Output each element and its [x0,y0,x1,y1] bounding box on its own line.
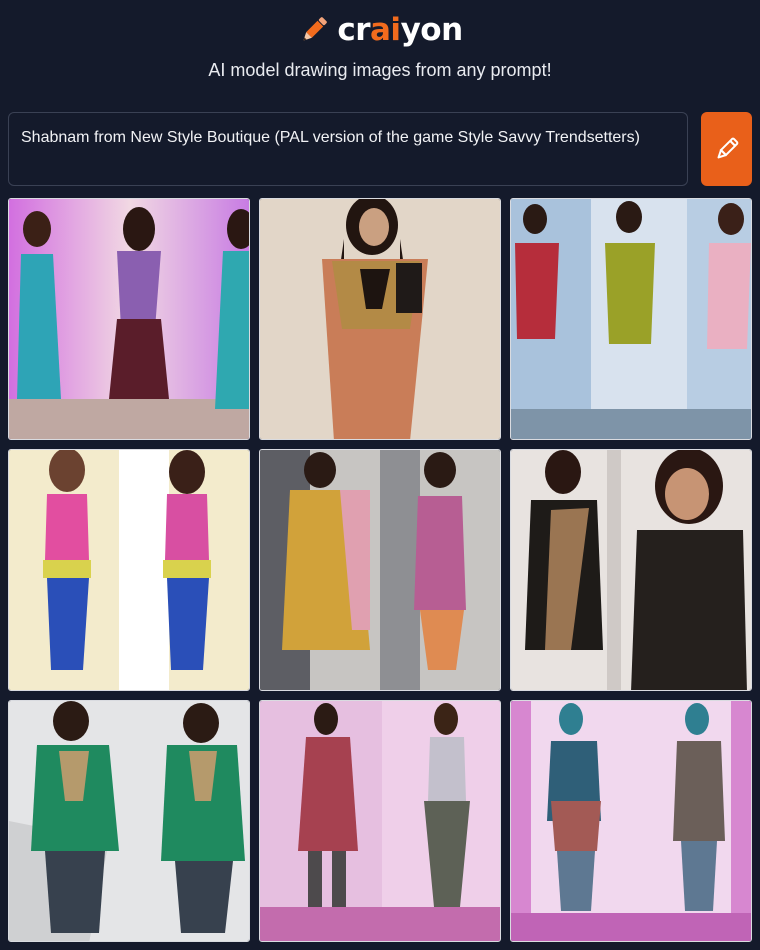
generated-image-8[interactable] [259,700,501,942]
pencil-icon [303,17,328,41]
generated-image-2[interactable] [259,198,501,440]
pencil-icon [717,137,738,159]
header: craiyon AI model drawing images from any… [0,0,760,112]
prompt-input[interactable]: Shabnam from New Style Boutique (PAL ver… [8,112,688,186]
brand-name: craiyon [337,12,463,48]
tagline: AI model drawing images from any prompt! [208,60,552,80]
generated-image-7[interactable] [8,700,250,942]
generated-image-3[interactable] [510,198,752,440]
generated-image-5[interactable] [259,449,501,691]
generated-image-1[interactable] [8,198,250,440]
draw-button[interactable] [701,112,752,186]
generated-image-4[interactable] [8,449,250,691]
brand-logo[interactable]: craiyon [0,8,760,52]
generated-image-9[interactable] [510,700,752,942]
generated-image-6[interactable] [510,449,752,691]
